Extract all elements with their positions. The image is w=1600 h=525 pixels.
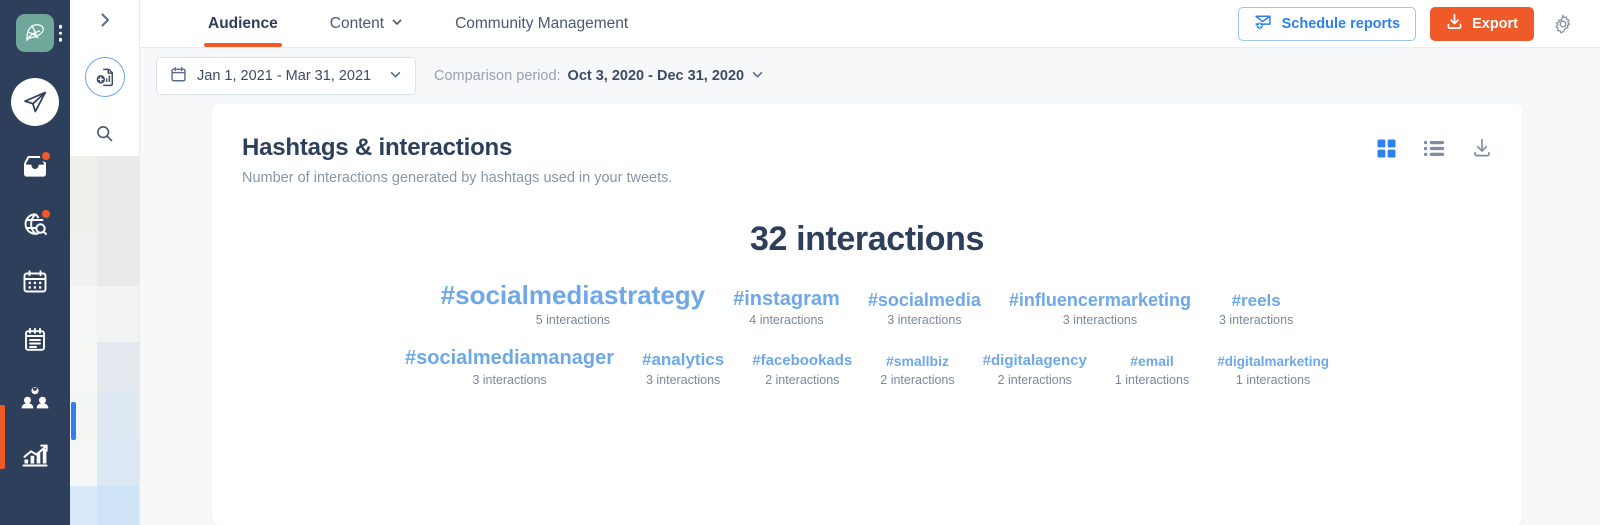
hashtag-count: 2 interactions (880, 372, 955, 387)
gear-icon[interactable] (1548, 9, 1578, 39)
primary-sidebar (0, 0, 70, 525)
hashtag-item[interactable]: #email 1 interactions (1101, 352, 1203, 387)
hashtag-item[interactable]: #digitalagency 2 interactions (969, 351, 1101, 387)
calendar-icon (170, 66, 187, 87)
chevron-down-icon (751, 68, 764, 85)
hashtag-item[interactable]: #socialmediamanager 3 interactions (391, 347, 628, 386)
hashtag-label: #smallbiz (885, 352, 949, 369)
hashtag-label: #email (1130, 352, 1174, 369)
hashtag-cloud: #socialmediastrategy 5 interactions #ins… (242, 280, 1492, 386)
hashtag-count: 5 interactions (535, 313, 611, 328)
tab-content-label: Content (329, 14, 385, 32)
hashtag-label: #socialmediamanager (405, 347, 614, 370)
hashtag-count: 2 interactions (997, 372, 1072, 387)
export-label: Export (1472, 15, 1518, 32)
hashtag-count: 3 interactions (645, 372, 721, 387)
card-toolbar (1377, 134, 1492, 158)
tab-audience-label: Audience (208, 14, 278, 32)
hashtag-item[interactable]: #instagram 4 interactions (719, 288, 854, 327)
hashtag-label: #analytics (642, 350, 725, 370)
main-column: Audience Content Community Management Sc… (140, 0, 1600, 525)
total-interactions: 32 interactions (750, 220, 984, 258)
hashtag-label: #reels (1231, 291, 1281, 311)
hashtag-item[interactable]: #socialmediastrategy 5 interactions (427, 280, 719, 328)
export-button[interactable]: Export (1430, 6, 1534, 41)
top-navigation-actions: Schedule reports Export (1237, 0, 1578, 47)
page-title: Hashtags & interactions (242, 134, 513, 161)
top-navigation: Audience Content Community Management Sc… (140, 0, 1600, 48)
search-icon[interactable] (87, 115, 123, 151)
hashtag-count: 1 interactions (1235, 372, 1311, 387)
sidebar-item-inbox[interactable] (0, 138, 70, 194)
hashtag-count: 3 interactions (1218, 313, 1294, 328)
sidebar-active-indicator (0, 405, 5, 469)
more-vertical-icon[interactable] (58, 24, 62, 42)
hashtag-label: #digitalagency (982, 351, 1087, 369)
comparison-period-picker[interactable]: Comparison period: Oct 3, 2020 - Dec 31,… (434, 68, 764, 85)
hashtag-item[interactable]: #facebookads 2 interactions (738, 351, 866, 387)
list-view-icon[interactable] (1424, 140, 1444, 157)
comparison-period-value: Oct 3, 2020 - Dec 31, 2020 (567, 68, 745, 84)
sidebar-loading-skeleton (70, 156, 139, 525)
inbox-badge-dot (40, 150, 52, 162)
schedule-mail-icon (1254, 13, 1273, 34)
sidebar-item-compose[interactable] (11, 78, 59, 126)
card-subtitle: Number of interactions generated by hash… (242, 170, 673, 186)
download-icon[interactable] (1472, 138, 1492, 158)
sidebar-item-calendar[interactable] (0, 254, 70, 310)
hashtag-item[interactable]: #smallbiz 2 interactions (866, 352, 968, 387)
report-document-icon[interactable] (84, 57, 125, 97)
date-range-value: Jan 1, 2021 - Mar 31, 2021 (197, 68, 372, 84)
tab-content[interactable]: Content (304, 0, 429, 47)
hashtag-count: 3 interactions (887, 313, 962, 328)
hashtag-label: #instagram (733, 287, 840, 310)
date-range-picker[interactable]: Jan 1, 2021 - Mar 31, 2021 (156, 57, 416, 95)
comparison-period-label: Comparison period: (434, 68, 561, 84)
tab-community-management[interactable]: Community Management (429, 0, 654, 47)
hashtag-label: #influencermarketing (1008, 289, 1191, 310)
download-icon (1446, 13, 1463, 34)
schedule-reports-button[interactable]: Schedule reports (1237, 6, 1417, 41)
hashtag-count: 2 interactions (765, 372, 840, 387)
schedule-reports-label: Schedule reports (1281, 15, 1401, 32)
filter-bar: Jan 1, 2021 - Mar 31, 2021 Comparison pe… (140, 48, 1600, 104)
tab-audience[interactable]: Audience (182, 0, 304, 47)
hashtag-item[interactable]: #analytics 3 interactions (628, 350, 738, 386)
tab-community-management-label: Community Management (455, 14, 629, 32)
hashtag-cloud-row: #socialmediamanager 3 interactions #anal… (242, 347, 1492, 386)
hashtag-count: 1 interactions (1114, 372, 1190, 387)
secondary-sidebar (70, 0, 140, 525)
hashtags-interactions-card: Hashtags & interactions Number of intera… (212, 104, 1522, 525)
hashtag-label: #socialmedia (867, 289, 981, 310)
app-root: Audience Content Community Management Sc… (0, 0, 1600, 525)
hashtag-cloud-row: #socialmediastrategy 5 interactions #ins… (242, 280, 1492, 328)
nav-tabs: Audience Content Community Management (140, 0, 654, 47)
chevron-down-icon (391, 15, 403, 33)
hashtag-count: 4 interactions (749, 313, 824, 328)
hashtag-item[interactable]: #reels 3 interactions (1205, 291, 1307, 327)
brand-row (0, 4, 70, 62)
hashtag-label: #facebookads (752, 351, 853, 369)
chevron-right-icon[interactable] (70, 10, 139, 30)
hashtag-item[interactable]: #influencermarketing 3 interactions (995, 290, 1205, 327)
hashtag-count: 3 interactions (1062, 313, 1138, 328)
sidebar-item-analytics[interactable] (0, 428, 70, 484)
sidebar-item-planner[interactable] (0, 312, 70, 368)
grid-view-icon[interactable] (1377, 139, 1396, 158)
brand-leaf-logo[interactable] (16, 14, 54, 52)
content-area: Hashtags & interactions Number of intera… (140, 104, 1600, 525)
sidebar-item-community[interactable] (0, 370, 70, 426)
hashtag-item[interactable]: #digitalmarketing 1 interactions (1203, 354, 1343, 386)
card-header: Hashtags & interactions Number of intera… (242, 134, 1492, 186)
hashtag-item[interactable]: #socialmedia 3 interactions (854, 290, 995, 327)
secondary-sidebar-active-indicator (71, 402, 76, 440)
hashtag-label: #digitalmarketing (1217, 354, 1329, 370)
chevron-down-icon (389, 68, 402, 85)
hashtag-count: 3 interactions (472, 372, 547, 387)
hashtag-label: #socialmediastrategy (440, 280, 706, 310)
listening-badge-dot (40, 208, 52, 220)
sidebar-item-listening[interactable] (0, 196, 70, 252)
